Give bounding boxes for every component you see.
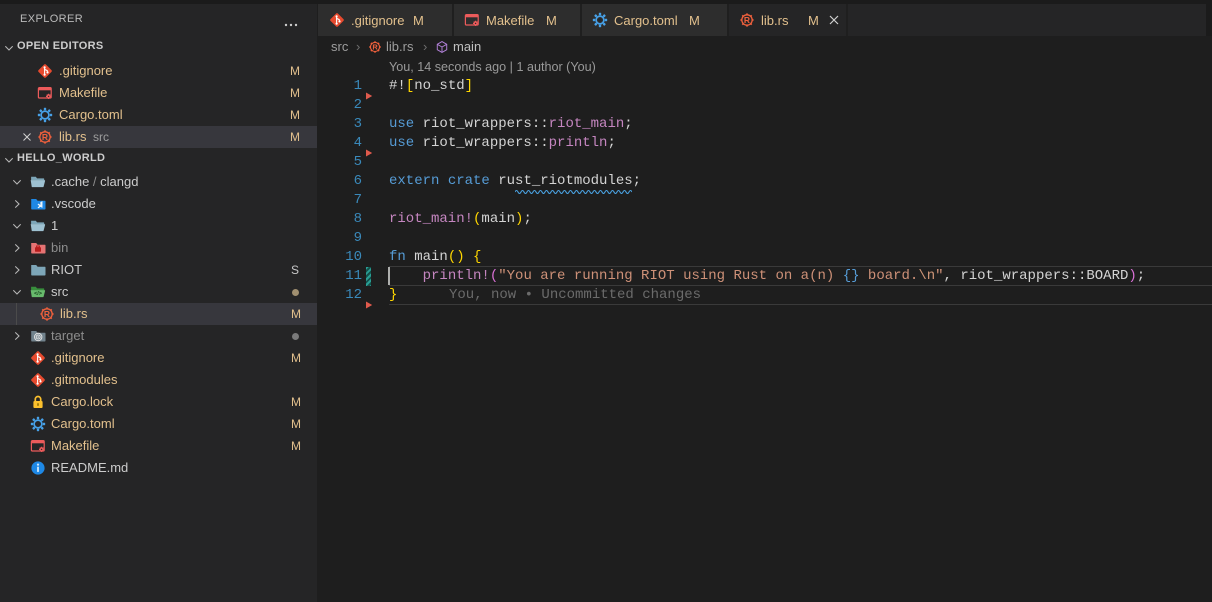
svg-text:R: R: [44, 309, 50, 319]
svg-text:R: R: [42, 132, 48, 142]
svg-text:</>: </>: [34, 291, 42, 297]
svg-text:R: R: [372, 43, 378, 52]
svg-text:R: R: [744, 15, 750, 25]
